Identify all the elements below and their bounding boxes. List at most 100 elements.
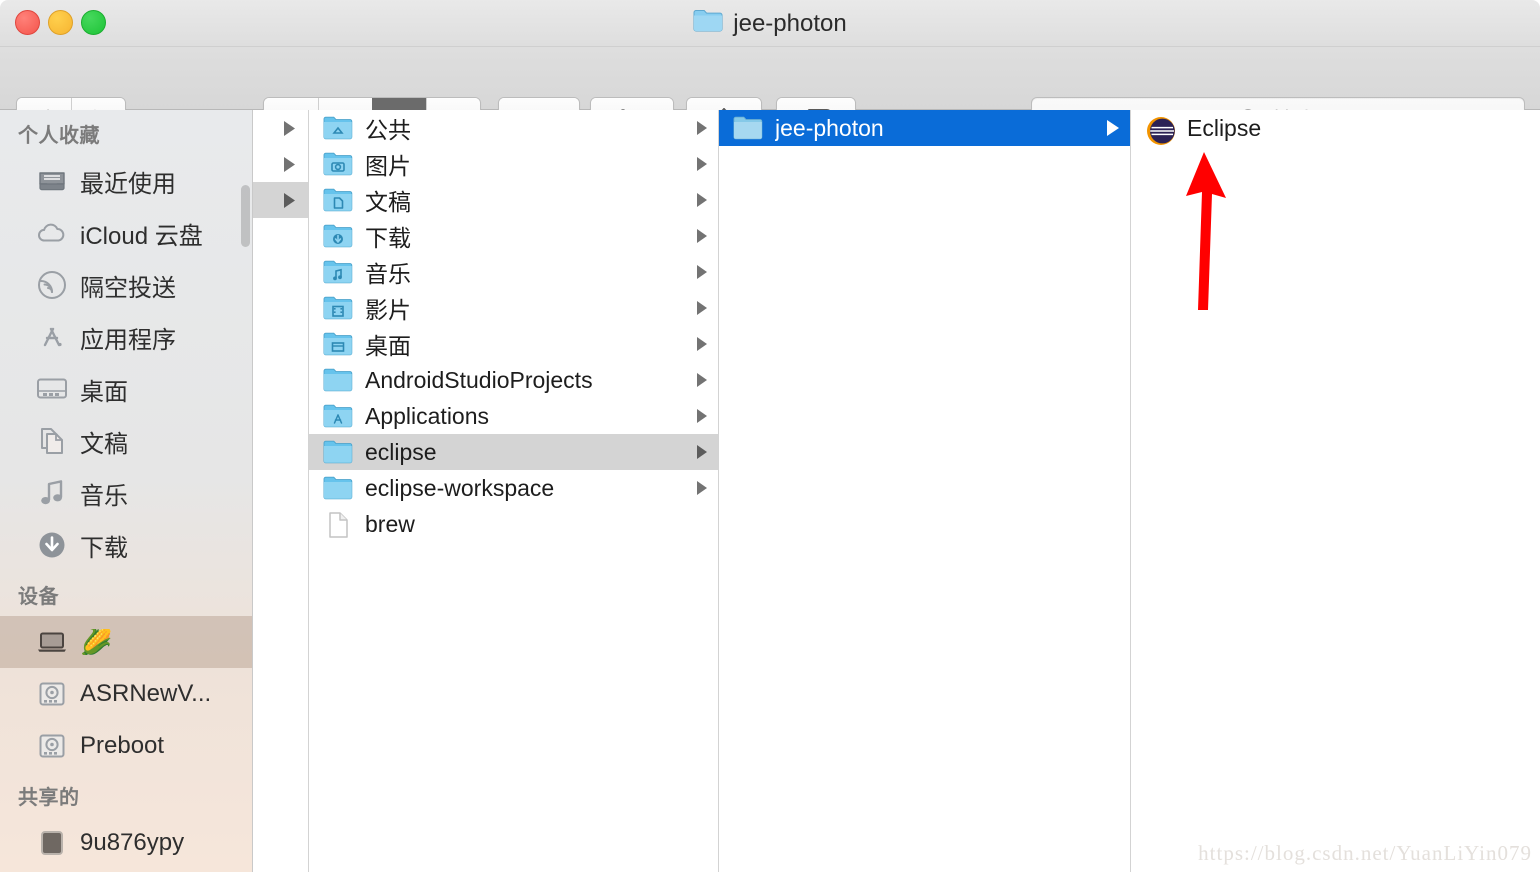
applications-icon — [36, 321, 68, 353]
column-home: 公共 图片 文稿 下载 音乐 影片 桌面 AndroidStudioProjec… — [309, 110, 719, 872]
music-icon — [36, 477, 68, 509]
chevron-right-icon — [697, 373, 707, 387]
sidebar-item-preboot[interactable]: Preboot — [0, 720, 252, 772]
file-name: 图片 — [365, 153, 411, 179]
file-name: Eclipse — [1187, 114, 1262, 141]
folder-plain-icon — [323, 475, 353, 501]
eclipse-app-icon — [1145, 115, 1175, 145]
sidebar-item-desktop[interactable]: 桌面 — [0, 363, 252, 415]
file-name: 影片 — [365, 297, 411, 323]
file-row[interactable]: AndroidStudioProjects — [309, 362, 718, 398]
column-eclipse: jee-photon — [719, 110, 1131, 872]
sidebar-section-shared-header: 共享的 — [18, 787, 80, 809]
file-row[interactable]: 公共 — [309, 110, 718, 146]
sidebar-item-documents[interactable]: 文稿 — [0, 415, 252, 467]
file-row[interactable]: 文稿 — [309, 182, 718, 218]
sidebar-item-label: 下载 — [80, 534, 128, 562]
close-button[interactable] — [15, 10, 40, 35]
desktop-icon — [36, 373, 68, 405]
page-title: jee-photon — [0, 0, 1540, 47]
file-name: brew — [365, 510, 415, 537]
chevron-right-icon — [697, 481, 707, 495]
harddisk-icon — [36, 730, 68, 762]
sidebar-item-asrnewvolume[interactable]: ASRNewV... — [0, 668, 252, 720]
sidebar-item-downloads[interactable]: 下载 — [0, 519, 252, 571]
file-row[interactable]: 音乐 — [309, 254, 718, 290]
harddisk-icon — [36, 678, 68, 710]
chevron-right-icon — [284, 192, 295, 208]
icloud-icon — [36, 217, 68, 249]
folder-applications-icon — [323, 403, 353, 429]
file-row[interactable]: jee-photon — [719, 110, 1130, 146]
file-row[interactable]: eclipse — [309, 434, 718, 470]
chevron-right-icon — [284, 156, 295, 172]
title-bar: jee-photon — [0, 0, 1540, 47]
file-row[interactable]: 下载 — [309, 218, 718, 254]
display-icon — [36, 827, 68, 859]
finder-window: jee-photon 个人收藏 最近使用 iCloud 云盘 隔空投送 应用程序… — [0, 0, 1540, 872]
sidebar-item-label: ASRNewV... — [80, 680, 212, 707]
sidebar: 个人收藏 最近使用 iCloud 云盘 隔空投送 应用程序 桌面 文稿 音乐 下… — [0, 110, 253, 872]
sidebar-item-recents[interactable]: 最近使用 — [0, 155, 252, 207]
sidebar-item-label: 桌面 — [80, 378, 128, 406]
folder-pictures-icon — [323, 151, 353, 177]
sidebar-item-macbook[interactable]: 🌽 — [0, 616, 252, 668]
chevron-right-icon — [1107, 120, 1119, 136]
file-name: 桌面 — [365, 333, 411, 359]
file-row[interactable]: 图片 — [309, 146, 718, 182]
sidebar-item-label: iCloud 云盘 — [80, 222, 203, 250]
chevron-right-icon — [697, 265, 707, 279]
file-row[interactable]: 影片 — [309, 290, 718, 326]
maximize-button[interactable] — [81, 10, 106, 35]
sidebar-item-airdrop[interactable]: 隔空投送 — [0, 259, 252, 311]
sidebar-section-favorites-header: 个人收藏 — [18, 125, 100, 147]
sidebar-item-label: 应用程序 — [80, 326, 176, 354]
file-name: 公共 — [365, 117, 411, 143]
folder-plain-icon — [733, 115, 763, 141]
sidebar-item-label: 最近使用 — [80, 170, 176, 198]
recents-icon — [36, 165, 68, 197]
documents-icon — [36, 425, 68, 457]
file-name: 文稿 — [365, 189, 411, 215]
chevron-right-icon — [697, 337, 707, 351]
sidebar-item-icloud[interactable]: iCloud 云盘 — [0, 207, 252, 259]
finder-body: 个人收藏 最近使用 iCloud 云盘 隔空投送 应用程序 桌面 文稿 音乐 下… — [0, 110, 1540, 872]
chevron-right-icon — [697, 229, 707, 243]
column-row-chevron[interactable] — [253, 182, 308, 218]
column-row-chevron[interactable] — [253, 146, 308, 182]
sidebar-item-applications[interactable]: 应用程序 — [0, 311, 252, 363]
airdrop-icon — [36, 269, 68, 301]
folder-documents-icon — [323, 187, 353, 213]
file-row[interactable]: 桌面 — [309, 326, 718, 362]
file-name: 音乐 — [365, 261, 411, 287]
column-row-chevron[interactable] — [253, 110, 308, 146]
sidebar-item-label: 🌽 — [80, 629, 113, 655]
sidebar-item-label: 隔空投送 — [80, 274, 176, 302]
folder-plain-icon — [323, 439, 353, 465]
sidebar-scrollbar[interactable] — [241, 185, 250, 247]
folder-icon — [693, 8, 723, 39]
folder-desktop-icon — [323, 331, 353, 357]
file-row[interactable]: Applications — [309, 398, 718, 434]
sidebar-section-devices-header: 设备 — [18, 586, 59, 608]
chevron-right-icon — [697, 193, 707, 207]
sidebar-item-label: 9u876ypy — [80, 829, 185, 856]
file-row[interactable]: eclipse-workspace — [309, 470, 718, 506]
traffic-lights — [15, 10, 106, 35]
sidebar-item-label: 音乐 — [80, 482, 128, 510]
document-file-icon — [323, 511, 353, 538]
sidebar-item-music[interactable]: 音乐 — [0, 467, 252, 519]
downloads-icon — [36, 529, 68, 561]
file-name: eclipse — [365, 438, 437, 465]
chevron-right-icon — [697, 409, 707, 423]
folder-movies-icon — [323, 295, 353, 321]
toolbar: 搜索 — [0, 47, 1540, 141]
sidebar-item-label: 文稿 — [80, 430, 128, 458]
sidebar-item-9u876ypy[interactable]: 9u876ypy — [0, 817, 252, 869]
file-row[interactable]: brew — [309, 506, 718, 542]
file-row[interactable]: Eclipse — [1131, 110, 1540, 146]
sidebar-item-label: Preboot — [80, 732, 165, 759]
file-name: eclipse-workspace — [365, 474, 555, 501]
file-name: Applications — [365, 402, 490, 429]
minimize-button[interactable] — [48, 10, 73, 35]
